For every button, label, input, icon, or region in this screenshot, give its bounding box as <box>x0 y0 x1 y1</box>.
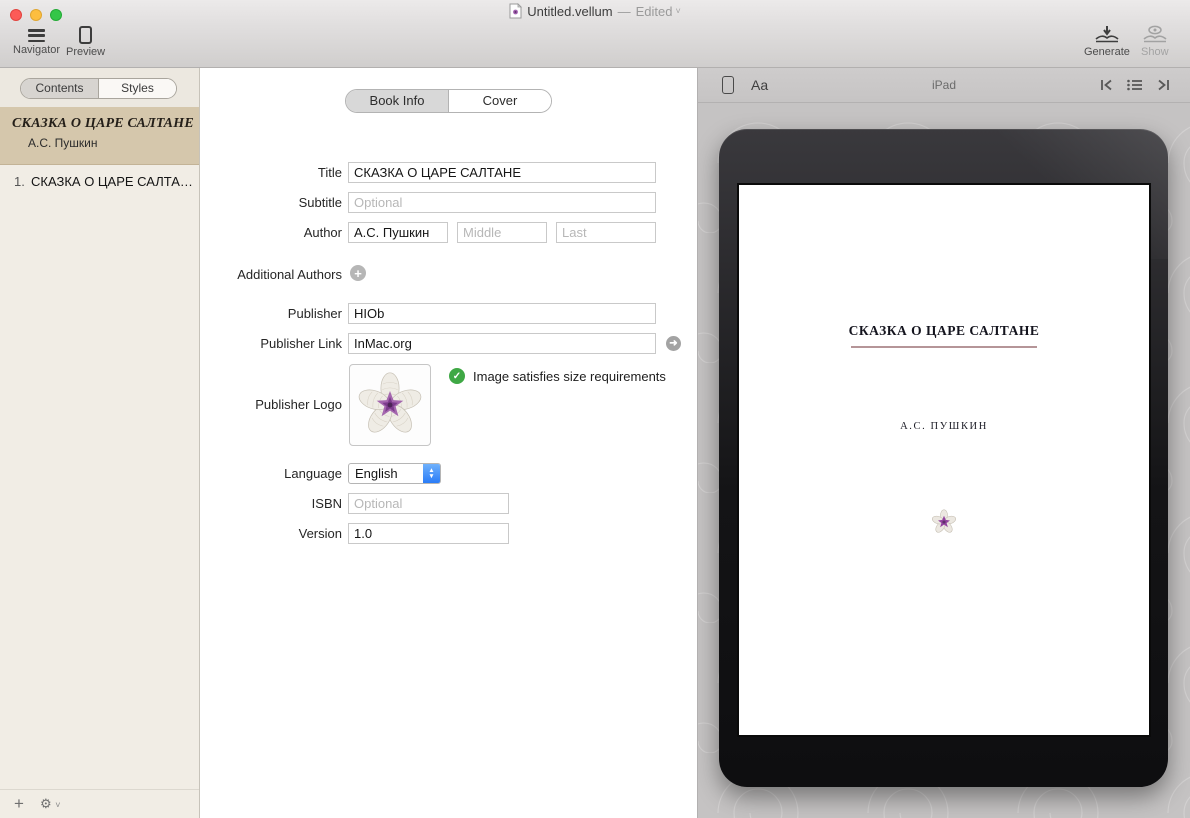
preview-panel: Aa iPad <box>697 68 1190 818</box>
publisher-input[interactable] <box>348 303 656 324</box>
show-eye-icon <box>1142 24 1168 44</box>
book-author: А.С. Пушкин <box>0 132 199 150</box>
title-dash: — <box>618 4 631 19</box>
publisher-link-label: Publisher Link <box>200 333 342 354</box>
publisher-logo-well[interactable] <box>349 364 431 446</box>
book-info-panel: Book Info Cover Title Subtitle Author Ad… <box>200 68 697 818</box>
subtitle-input[interactable] <box>348 192 656 213</box>
preview-toolbar: Aa iPad <box>698 68 1190 103</box>
popup-stepper-icon: ▲▼ <box>423 464 440 483</box>
logo-status-row: ✓ Image satisfies size requirements <box>449 368 666 384</box>
tab-book-info[interactable]: Book Info <box>346 90 449 112</box>
last-page-icon[interactable] <box>1156 79 1170 91</box>
arrow-right-icon: ➜ <box>669 338 677 349</box>
author-middle-input[interactable] <box>457 222 547 243</box>
title-label: Title <box>200 162 342 183</box>
logo-status-text: Image satisfies size requirements <box>473 369 666 384</box>
preview-title-rule <box>851 346 1037 348</box>
open-link-button[interactable]: ➜ <box>666 336 681 351</box>
publisher-logo-label: Publisher Logo <box>200 394 342 415</box>
generate-book-icon <box>1094 24 1120 44</box>
book-header-row[interactable]: СКАЗКА О ЦАРЕ САЛТАНЕ А.С. Пушкин <box>0 107 199 165</box>
action-menu-button[interactable]: ⚙ ˅ <box>40 796 61 812</box>
publisher-label: Publisher <box>200 303 342 324</box>
tab-contents[interactable]: Contents <box>21 79 99 98</box>
navigator-label: Navigator <box>13 44 60 56</box>
add-author-button[interactable]: + <box>350 265 366 281</box>
chevron-down-icon: ˅ <box>55 800 60 810</box>
isbn-label: ISBN <box>200 493 342 514</box>
document-icon <box>509 3 522 19</box>
chapter-list-item[interactable]: 1. СКАЗКА О ЦАРЕ САЛТА… <box>0 168 199 195</box>
sidebar-segmented-control: Contents Styles <box>20 78 177 99</box>
language-label: Language <box>200 463 342 484</box>
navigator-sidebar: Contents Styles СКАЗКА О ЦАРЕ САЛТАНЕ А.… <box>0 68 200 818</box>
vellum-window: Untitled.vellum — Edited ˅ Navigator Pre… <box>0 0 1190 818</box>
book-title: СКАЗКА О ЦАРЕ САЛТАНЕ <box>0 107 199 132</box>
title-bar: Untitled.vellum — Edited ˅ <box>0 0 1190 22</box>
navigator-button[interactable]: Navigator <box>13 24 60 56</box>
preview-button[interactable]: Preview <box>66 24 105 58</box>
sidebar-footer: + ⚙ ˅ <box>0 789 199 818</box>
title-input[interactable] <box>348 162 656 183</box>
add-chapter-button[interactable]: + <box>14 794 24 814</box>
tab-styles[interactable]: Styles <box>99 79 176 98</box>
tab-cover[interactable]: Cover <box>449 90 551 112</box>
show-label: Show <box>1141 46 1169 58</box>
title-menu-chevron-icon[interactable]: ˅ <box>675 6 680 16</box>
preview-page-author: А.С. ПУШКИН <box>739 421 1149 432</box>
table-of-contents-icon[interactable] <box>1127 79 1143 91</box>
chapter-number: 1. <box>14 174 31 189</box>
preview-publisher-logo <box>931 509 957 535</box>
document-name: Untitled.vellum <box>527 4 612 19</box>
subtitle-label: Subtitle <box>200 192 342 213</box>
version-label: Version <box>200 523 342 544</box>
ipad-device-frame: СКАЗКА О ЦАРЕ САЛТАНЕ А.С. ПУШКИН <box>719 129 1168 787</box>
preview-label: Preview <box>66 46 105 58</box>
check-circle-icon: ✓ <box>449 368 465 384</box>
generate-label: Generate <box>1084 46 1130 58</box>
generate-button[interactable]: Generate <box>1084 24 1130 58</box>
language-popup[interactable]: English ▲▼ <box>348 463 441 484</box>
navigator-icon <box>28 29 45 42</box>
version-input[interactable] <box>348 523 509 544</box>
bookinfo-segmented-control: Book Info Cover <box>345 89 552 113</box>
first-page-icon[interactable] <box>1100 79 1114 91</box>
plus-icon: + <box>354 266 362 281</box>
author-first-input[interactable] <box>348 222 448 243</box>
language-value: English <box>349 464 423 483</box>
publisher-logo-flower-image <box>355 370 425 440</box>
preview-page-title: СКАЗКА О ЦАРЕ САЛТАНЕ <box>739 323 1149 339</box>
main-toolbar: Navigator Preview Generate Show <box>0 22 1190 68</box>
window-title: Untitled.vellum — Edited ˅ <box>0 0 1190 22</box>
show-button[interactable]: Show <box>1141 24 1169 58</box>
device-icon <box>79 26 92 44</box>
ipad-screen: СКАЗКА О ЦАРЕ САЛТАНЕ А.С. ПУШКИН <box>739 185 1149 735</box>
publisher-link-input[interactable] <box>348 333 656 354</box>
preview-stage: СКАЗКА О ЦАРЕ САЛТАНЕ А.С. ПУШКИН <box>698 103 1190 818</box>
edited-status: Edited <box>636 4 673 19</box>
additional-authors-label: Additional Authors <box>200 264 342 285</box>
isbn-input[interactable] <box>348 493 509 514</box>
author-label: Author <box>200 222 342 243</box>
chapter-title: СКАЗКА О ЦАРЕ САЛТА… <box>31 174 193 189</box>
author-last-input[interactable] <box>556 222 656 243</box>
